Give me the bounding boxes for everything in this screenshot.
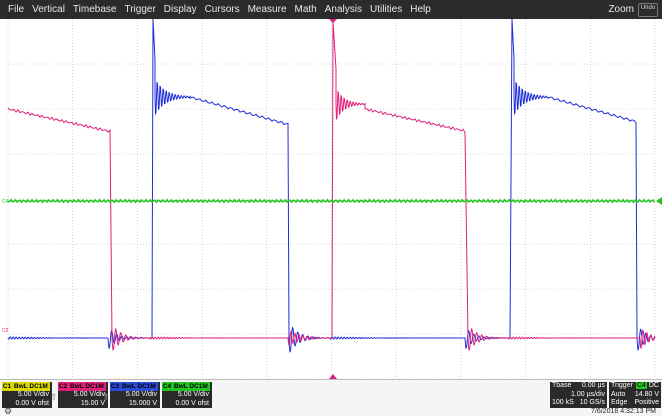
menu-items: File Vertical Timebase Trigger Display Cursor…	[0, 0, 435, 19]
menu-item-help[interactable]: Help	[406, 0, 435, 19]
trigger-coupling: DC	[648, 382, 659, 389]
menu-item-math[interactable]: Math	[291, 0, 321, 19]
trigger-type: Edge	[611, 399, 628, 406]
undo-button[interactable]: Undo	[638, 2, 658, 17]
coupling-up-icon: ⇑	[50, 392, 58, 402]
ch4-marker-label: C4	[2, 199, 9, 205]
waveform-grid: C4 C2	[2, 18, 662, 380]
trigger-source: C4	[635, 382, 647, 389]
channel-header: C1 BwL DC1M	[2, 382, 52, 391]
menu-item-display[interactable]: Display	[160, 0, 201, 19]
datetime: 7/6/2018 4:32:13 PM	[591, 408, 656, 415]
trigger-slope: Positive	[634, 399, 659, 406]
channel-number: C4	[162, 382, 172, 391]
menu-item-file[interactable]: File	[4, 0, 28, 19]
ch2-marker-label: C2	[2, 328, 9, 334]
channel-number: C1	[2, 382, 12, 391]
menu-item-cursors[interactable]: Cursors	[201, 0, 244, 19]
trigger-position-top-marker	[329, 19, 337, 23]
channel-header: C3 BwL DC1M	[110, 382, 160, 391]
trigger-level: 14.80 V	[634, 390, 659, 398]
trigger-mode: Auto	[611, 390, 626, 398]
channel-coupling: BwL DC1M	[172, 382, 210, 391]
coupling-up-icon: ⇑	[102, 392, 110, 402]
channel-coupling: BwL DC1M	[120, 382, 158, 391]
channel-scale: 5.00 V/div	[125, 391, 157, 398]
channel-coupling: BwL DC1M	[12, 382, 50, 391]
waveform-ch4	[7, 198, 656, 204]
channel-scale: 5.00 V/div	[73, 391, 105, 398]
waveform-display[interactable]: C4 C2	[0, 18, 662, 380]
menu-bar: File Vertical Timebase Trigger Display Cursor…	[0, 0, 662, 19]
channel-number: C2	[58, 382, 68, 391]
scope-logo-icon: ⚙	[4, 406, 13, 416]
status-bar: C1 BwL DC1M 5.00 V/div 0.00 V ofst C2 BwL DC1…	[0, 379, 662, 416]
zoom-button[interactable]: Zoom	[604, 4, 638, 15]
menu-item-utilities[interactable]: Utilities	[366, 0, 406, 19]
channel-number: C3	[110, 382, 120, 391]
trigger-panel[interactable]: Trigger C4 DC Auto 14.80 V Edge Positive	[609, 382, 661, 408]
channel-scale: 5.00 V/div	[177, 391, 209, 398]
channel-descriptor-ch1[interactable]: C1 BwL DC1M 5.00 V/div 0.00 V ofst	[2, 382, 52, 408]
timebase-samples: 100 kS	[552, 399, 574, 406]
timebase-panel[interactable]: Tbase 0.00 µs 1.00 µs/div 100 kS 10 GS/s	[550, 382, 607, 408]
menu-item-vertical[interactable]: Vertical	[28, 0, 69, 19]
trigger-label: Trigger	[611, 382, 633, 389]
menu-item-trigger[interactable]: Trigger	[120, 0, 159, 19]
timebase-delay: 0.00 µs	[581, 382, 605, 389]
timebase-rate: 10 GS/s	[579, 399, 605, 406]
channel-descriptor-ch4[interactable]: C4 BwL DC1M 5.00 V/div 0.00 V ofst	[162, 382, 212, 408]
menu-item-analysis[interactable]: Analysis	[321, 0, 366, 19]
channel-descriptor-ch3[interactable]: C3 BwL DC1M 5.00 V/div 15.000 V ⇑	[102, 382, 160, 408]
channel-header: C4 BwL DC1M	[162, 382, 212, 391]
channel-header: C2 BwL DC1M	[58, 382, 108, 391]
timebase-per-div: 1.00 µs/div	[571, 390, 605, 398]
channel-descriptor-ch2[interactable]: C2 BwL DC1M 5.00 V/div 15.00 V ⇑	[50, 382, 108, 408]
channel-coupling: BwL DC1M	[68, 382, 106, 391]
channel-offset: 15.00 V	[80, 399, 105, 407]
menu-item-measure[interactable]: Measure	[244, 0, 291, 19]
trigger-level-marker	[656, 197, 662, 205]
menu-item-timebase[interactable]: Timebase	[69, 0, 121, 19]
channel-scale: 5.00 V/div	[17, 391, 49, 398]
channel-offset: 0.00 V ofst	[175, 399, 209, 407]
timebase-label: Tbase	[552, 382, 572, 389]
channel-offset: 15.000 V	[128, 399, 157, 407]
